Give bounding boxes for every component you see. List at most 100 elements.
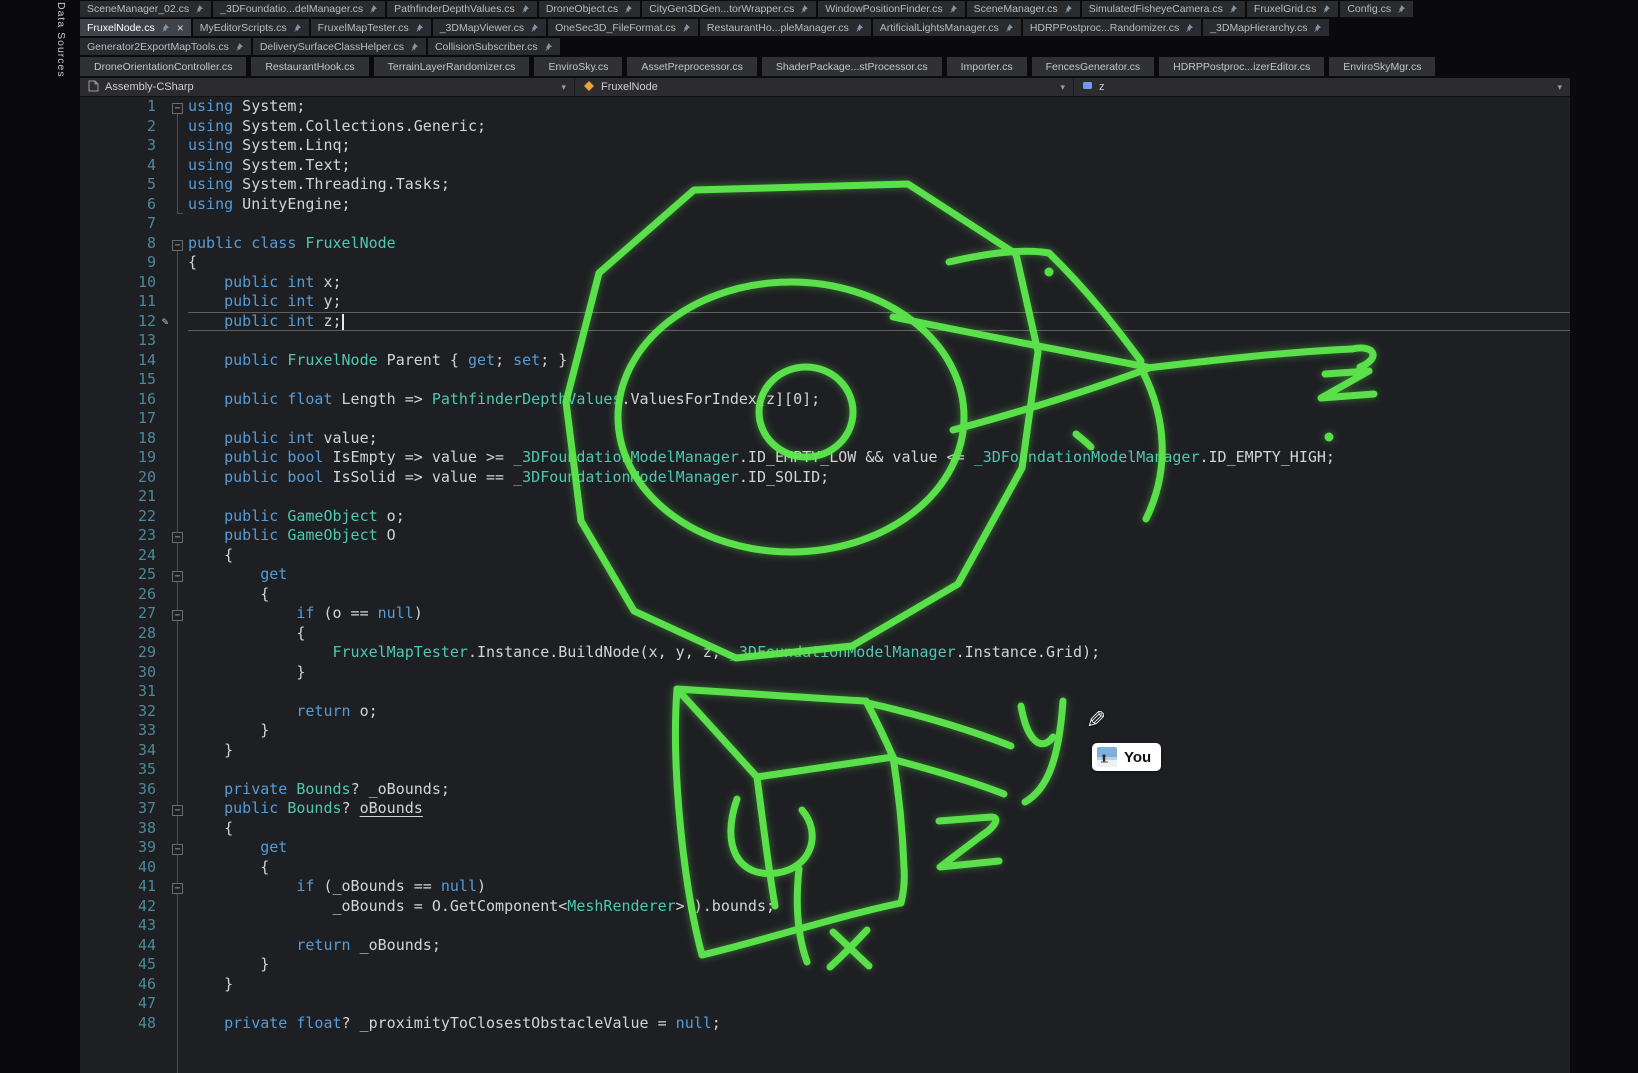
pin-icon[interactable] <box>1004 23 1014 33</box>
tab-RestaurantHo...pleManager.cs[interactable]: RestaurantHo...pleManager.cs <box>700 19 871 36</box>
code-text[interactable] <box>188 370 1570 390</box>
pin-icon[interactable] <box>1396 4 1406 14</box>
tab-CollisionSubscriber.cs[interactable]: CollisionSubscriber.cs <box>428 38 560 55</box>
code-text[interactable]: } <box>188 741 1570 761</box>
code-line-36[interactable]: 36 private Bounds? _oBounds; <box>80 780 1570 800</box>
code-line-20[interactable]: 20 public bool IsSolid => value == _3DFo… <box>80 468 1570 488</box>
pin-icon[interactable] <box>409 42 419 52</box>
pin-icon[interactable] <box>543 42 553 52</box>
tab-EnviroSky.cs[interactable]: EnviroSky.cs <box>534 57 622 76</box>
code-text[interactable]: { <box>188 585 1570 605</box>
pin-icon[interactable] <box>529 23 539 33</box>
fold-collapse-icon[interactable]: − <box>172 103 183 114</box>
code-text[interactable]: private float? _proximityToClosestObstac… <box>188 1014 1570 1034</box>
fold-collapse-icon[interactable]: − <box>172 610 183 621</box>
pin-icon[interactable] <box>681 23 691 33</box>
tab-CityGen3DGen...torWrapper.cs[interactable]: CityGen3DGen...torWrapper.cs <box>642 1 816 17</box>
code-text[interactable]: public bool IsEmpty => value >= _3DFound… <box>188 448 1570 468</box>
code-line-17[interactable]: 17 <box>80 409 1570 429</box>
tab-MyEditorScripts.cs[interactable]: MyEditorScripts.cs <box>193 19 309 36</box>
code-text[interactable]: get <box>188 838 1570 858</box>
tab-PathfinderDepthValues.cs[interactable]: PathfinderDepthValues.cs <box>387 1 537 17</box>
tab-FruxelMapTester.cs[interactable]: FruxelMapTester.cs <box>311 19 431 36</box>
tab-AssetPreprocessor.cs[interactable]: AssetPreprocessor.cs <box>627 57 757 76</box>
tab-_3DMapViewer.cs[interactable]: _3DMapViewer.cs <box>433 19 546 36</box>
code-text[interactable]: return _oBounds; <box>188 936 1570 956</box>
code-text[interactable]: _oBounds = O.GetComponent<MeshRenderer>(… <box>188 897 1570 917</box>
pin-icon[interactable] <box>948 4 958 14</box>
code-text[interactable]: public FruxelNode Parent { get; set; } <box>188 351 1570 371</box>
code-text[interactable]: } <box>188 663 1570 683</box>
code-line-25[interactable]: 25− get <box>80 565 1570 585</box>
code-text[interactable] <box>188 994 1570 1014</box>
code-text[interactable]: public class FruxelNode <box>188 234 1570 254</box>
code-line-38[interactable]: 38 { <box>80 819 1570 839</box>
code-line-11[interactable]: 11 public int y; <box>80 292 1570 312</box>
code-line-41[interactable]: 41− if (_oBounds == null) <box>80 877 1570 897</box>
code-text[interactable]: private Bounds? _oBounds; <box>188 780 1570 800</box>
code-text[interactable]: get <box>188 565 1570 585</box>
code-text[interactable]: public int z; <box>188 312 1570 332</box>
code-text[interactable]: using System.Collections.Generic; <box>188 117 1570 137</box>
tab-SimulatedFisheyeCamera.cs[interactable]: SimulatedFisheyeCamera.cs <box>1082 1 1245 17</box>
tab-FruxelGrid.cs[interactable]: FruxelGrid.cs <box>1247 1 1338 17</box>
code-line-8[interactable]: 8−public class FruxelNode <box>80 234 1570 254</box>
code-text[interactable] <box>188 682 1570 702</box>
code-text[interactable]: public float Length => PathfinderDepthVa… <box>188 390 1570 410</box>
code-line-28[interactable]: 28 { <box>80 624 1570 644</box>
code-line-24[interactable]: 24 { <box>80 546 1570 566</box>
code-text[interactable]: using System; <box>188 97 1570 117</box>
tab-SceneManager_02.cs[interactable]: SceneManager_02.cs <box>80 1 211 17</box>
code-text[interactable]: public int y; <box>188 292 1570 312</box>
tab-_3DFoundatio...delManager.cs[interactable]: _3DFoundatio...delManager.cs <box>213 1 385 17</box>
code-text[interactable]: FruxelMapTester.Instance.BuildNode(x, y,… <box>188 643 1570 663</box>
code-text[interactable]: public GameObject O <box>188 526 1570 546</box>
fold-collapse-icon[interactable]: − <box>172 844 183 855</box>
tab-HDRPPostproc...izerEditor.cs[interactable]: HDRPPostproc...izerEditor.cs <box>1159 57 1324 76</box>
code-line-10[interactable]: 10 public int x; <box>80 273 1570 293</box>
pin-icon[interactable] <box>194 4 204 14</box>
code-line-4[interactable]: 4using System.Text; <box>80 156 1570 176</box>
tab-ShaderPackage...stProcessor.cs[interactable]: ShaderPackage...stProcessor.cs <box>762 57 942 76</box>
tab-FencesGenerator.cs[interactable]: FencesGenerator.cs <box>1032 57 1155 76</box>
close-icon[interactable]: × <box>177 23 184 33</box>
pin-icon[interactable] <box>623 4 633 14</box>
tab-SceneManager.cs[interactable]: SceneManager.cs <box>967 1 1080 17</box>
code-text[interactable]: { <box>188 819 1570 839</box>
code-line-33[interactable]: 33 } <box>80 721 1570 741</box>
code-text[interactable]: using System.Text; <box>188 156 1570 176</box>
pin-icon[interactable] <box>368 4 378 14</box>
code-line-30[interactable]: 30 } <box>80 663 1570 683</box>
tab-DeliverySurfaceClassHelper.cs[interactable]: DeliverySurfaceClassHelper.cs <box>253 38 426 55</box>
pin-icon[interactable] <box>1321 4 1331 14</box>
code-line-6[interactable]: 6using UnityEngine; <box>80 195 1570 215</box>
tab-FruxelNode.cs[interactable]: FruxelNode.cs× <box>80 19 191 36</box>
pin-icon[interactable] <box>520 4 530 14</box>
code-line-29[interactable]: 29 FruxelMapTester.Instance.BuildNode(x,… <box>80 643 1570 663</box>
code-text[interactable]: if (_oBounds == null) <box>188 877 1570 897</box>
code-line-35[interactable]: 35 <box>80 760 1570 780</box>
code-text[interactable] <box>188 916 1570 936</box>
pin-icon[interactable] <box>160 23 170 33</box>
tab-OneSec3D_FileFormat.cs[interactable]: OneSec3D_FileFormat.cs <box>548 19 698 36</box>
pin-icon[interactable] <box>414 23 424 33</box>
code-text[interactable]: return o; <box>188 702 1570 722</box>
code-line-26[interactable]: 26 { <box>80 585 1570 605</box>
fold-collapse-icon[interactable]: − <box>172 240 183 251</box>
pin-icon[interactable] <box>292 23 302 33</box>
code-text[interactable]: public int value; <box>188 429 1570 449</box>
code-text[interactable]: { <box>188 546 1570 566</box>
member-dropdown[interactable]: z ▾ <box>1074 78 1570 96</box>
code-text[interactable]: using UnityEngine; <box>188 195 1570 215</box>
fold-collapse-icon[interactable]: − <box>172 883 183 894</box>
tab-DroneObject.cs[interactable]: DroneObject.cs <box>539 1 640 17</box>
code-text[interactable] <box>188 760 1570 780</box>
code-line-18[interactable]: 18 public int value; <box>80 429 1570 449</box>
code-line-47[interactable]: 47 <box>80 994 1570 1014</box>
tab-HDRPPostproc...Randomizer.cs[interactable]: HDRPPostproc...Randomizer.cs <box>1023 19 1201 36</box>
code-text[interactable] <box>188 331 1570 351</box>
tab-Importer.cs[interactable]: Importer.cs <box>947 57 1027 76</box>
tab-Generator2ExportMapTools.cs[interactable]: Generator2ExportMapTools.cs <box>80 38 251 55</box>
code-text[interactable]: { <box>188 253 1570 273</box>
code-line-7[interactable]: 7 <box>80 214 1570 234</box>
